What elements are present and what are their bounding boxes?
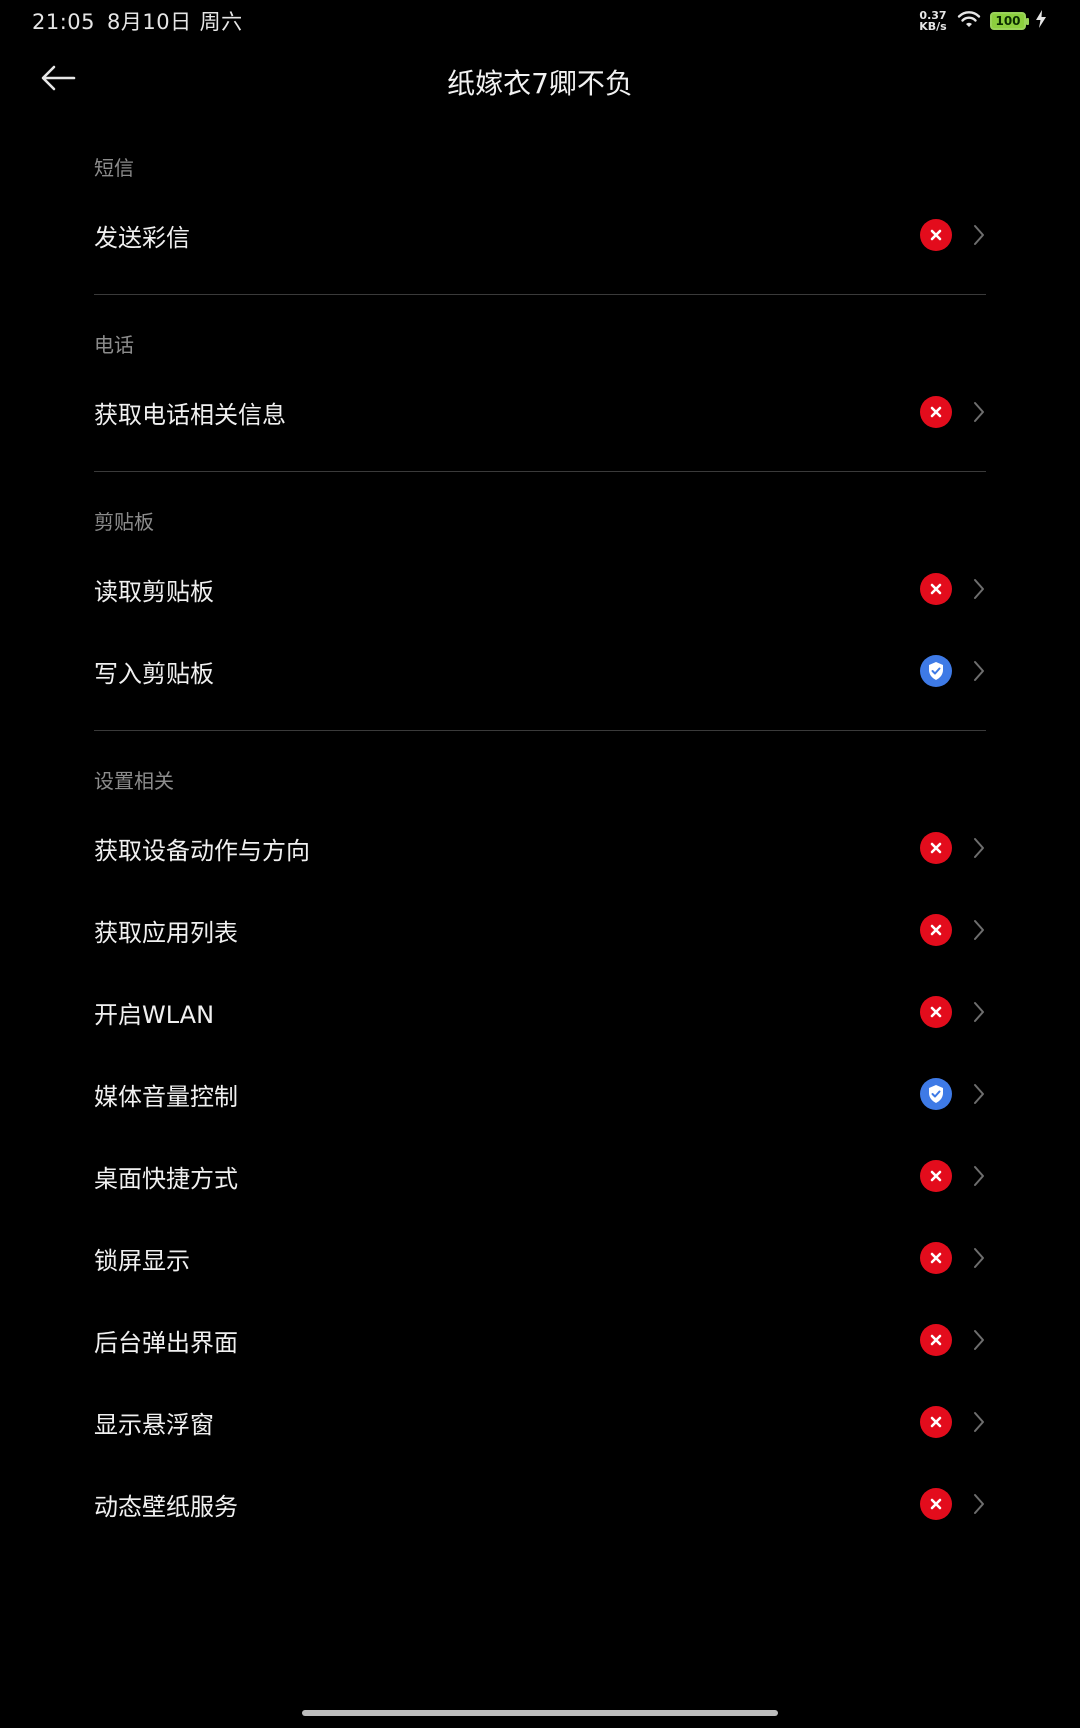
denied-x-icon	[920, 996, 952, 1028]
chevron-right-icon	[972, 1492, 986, 1516]
home-indicator[interactable]	[302, 1710, 778, 1716]
permission-label: 媒体音量控制	[94, 1082, 238, 1111]
section-header-phone: 电话	[94, 333, 134, 357]
page-title: 纸嫁衣7卿不负	[447, 67, 633, 100]
wifi-icon	[956, 9, 982, 33]
section-header-sms: 短信	[94, 156, 134, 180]
permission-label: 锁屏显示	[94, 1246, 190, 1275]
chevron-right-icon	[972, 577, 986, 601]
section-header-clipboard: 剪贴板	[94, 510, 154, 534]
chevron-right-icon	[972, 223, 986, 247]
chevron-right-icon	[972, 836, 986, 860]
chevron-right-icon	[972, 1410, 986, 1434]
chevron-right-icon	[972, 400, 986, 424]
denied-x-icon	[920, 832, 952, 864]
permission-label: 动态壁纸服务	[94, 1492, 238, 1521]
status-right: 0.37 KB/s 100	[918, 8, 1046, 34]
denied-x-icon	[920, 1406, 952, 1438]
permission-row-app-list[interactable]: 获取应用列表	[94, 889, 986, 971]
denied-x-icon	[920, 1242, 952, 1274]
permission-label: 显示悬浮窗	[94, 1410, 214, 1439]
chevron-right-icon	[972, 659, 986, 683]
chevron-right-icon	[972, 1164, 986, 1188]
permission-label: 获取应用列表	[94, 918, 238, 947]
chevron-right-icon	[972, 1082, 986, 1106]
permission-label: 桌面快捷方式	[94, 1164, 238, 1193]
status-weekday: 周六	[199, 10, 243, 34]
permission-row-phone-info[interactable]: 获取电话相关信息	[94, 371, 986, 453]
chevron-right-icon	[972, 1246, 986, 1270]
permission-row-floating-window[interactable]: 显示悬浮窗	[94, 1381, 986, 1463]
chevron-right-icon	[972, 1328, 986, 1352]
permission-row-desktop-shortcut[interactable]: 桌面快捷方式	[94, 1135, 986, 1217]
status-bar: 21:05 8月10日 周六 0.37 KB/s 100	[0, 0, 1080, 42]
permission-label: 获取设备动作与方向	[94, 836, 310, 865]
denied-x-icon	[920, 396, 952, 428]
permission-label: 获取电话相关信息	[94, 400, 286, 429]
network-speed: 0.37 KB/s	[918, 10, 948, 32]
permission-label: 写入剪贴板	[94, 659, 214, 688]
denied-x-icon	[920, 1488, 952, 1520]
permission-row-live-wallpaper[interactable]: 动态壁纸服务	[94, 1463, 986, 1545]
permission-row-send-mms[interactable]: 发送彩信	[94, 194, 986, 276]
status-date: 8月10日	[107, 10, 192, 34]
chevron-right-icon	[972, 918, 986, 942]
permission-row-read-clipboard[interactable]: 读取剪贴板	[94, 548, 986, 630]
status-time: 21:05	[32, 10, 96, 34]
permission-row-enable-wlan[interactable]: 开启WLAN	[94, 971, 986, 1053]
chevron-right-icon	[972, 1000, 986, 1024]
charging-bolt-icon	[1036, 10, 1046, 32]
permission-label: 发送彩信	[94, 223, 190, 252]
allowed-shield-check-icon	[920, 1078, 952, 1110]
denied-x-icon	[920, 219, 952, 251]
permission-row-lock-screen-display[interactable]: 锁屏显示	[94, 1217, 986, 1299]
permission-label: 后台弹出界面	[94, 1328, 238, 1357]
title-bar: 纸嫁衣7卿不负	[0, 48, 1080, 114]
denied-x-icon	[920, 1324, 952, 1356]
permission-label: 开启WLAN	[94, 1000, 215, 1029]
battery-icon: 100	[990, 12, 1029, 30]
denied-x-icon	[920, 1160, 952, 1192]
denied-x-icon	[920, 914, 952, 946]
network-speed-unit: KB/s	[919, 20, 947, 33]
permission-label: 读取剪贴板	[94, 577, 214, 606]
permission-row-background-popup[interactable]: 后台弹出界面	[94, 1299, 986, 1381]
permission-row-device-motion[interactable]: 获取设备动作与方向	[94, 807, 986, 889]
permission-row-write-clipboard[interactable]: 写入剪贴板	[94, 630, 986, 712]
status-left: 21:05 8月10日 周六	[32, 6, 255, 36]
permission-list: 短信 发送彩信 电话 获取电话相关信息 剪贴板 读取剪贴板 写入剪贴板 设置相关…	[94, 136, 986, 1545]
allowed-shield-check-icon	[920, 655, 952, 687]
section-header-settings: 设置相关	[94, 769, 174, 793]
battery-level: 100	[995, 14, 1021, 28]
permission-row-media-volume[interactable]: 媒体音量控制	[94, 1053, 986, 1135]
denied-x-icon	[920, 573, 952, 605]
